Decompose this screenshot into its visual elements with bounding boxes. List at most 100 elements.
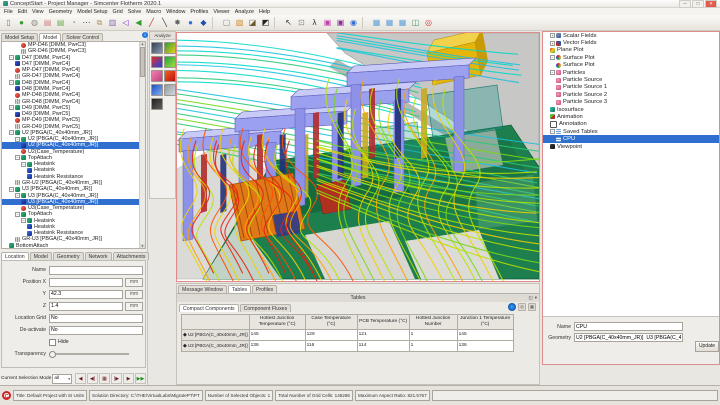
export-icon[interactable]: ▤ (54, 17, 67, 29)
menu-macro[interactable]: Macro (146, 9, 161, 15)
close-button[interactable]: ✕ (705, 0, 717, 8)
paste-icon[interactable]: ▥ (106, 17, 119, 29)
expander-icon[interactable]: − (15, 212, 20, 217)
viz-tree-item-viewpoint[interactable]: Viewpoint (543, 143, 719, 150)
export-table-icon[interactable]: ▦ (528, 303, 536, 311)
viz-tree-item-particle-source-2[interactable]: Particle Source 2 (543, 91, 719, 98)
tree-scrollbar[interactable]: ▲▼ (139, 42, 145, 248)
shade-icon[interactable]: ◪ (246, 17, 259, 29)
step-forward-button[interactable]: ▶ (123, 373, 134, 384)
viz-tree-item-particles[interactable]: −Particles (543, 69, 719, 76)
import-icon[interactable]: ▤ (41, 17, 54, 29)
stop-button[interactable]: ▦ (99, 373, 110, 384)
draw-icon[interactable]: ╱ (145, 17, 158, 29)
menu-edit[interactable]: Edit (18, 9, 27, 15)
step-back-button[interactable]: ◀ (75, 373, 86, 384)
minimize-button[interactable]: ─ (679, 0, 691, 8)
maximize-button[interactable]: □ (692, 0, 704, 8)
overlay-icon[interactable]: ◫ (409, 17, 422, 29)
sphere-plot-icon[interactable] (164, 56, 176, 68)
chart-icon[interactable]: ◎ (518, 303, 526, 311)
menu-view[interactable]: View (32, 9, 44, 15)
save-project-icon[interactable]: ◍ (28, 17, 41, 29)
grid-view-3-icon[interactable]: ▦ (396, 17, 409, 29)
menu-viewer[interactable]: Viewer (213, 9, 229, 15)
prop-tab-model[interactable]: Model (30, 252, 52, 260)
sphere-icon[interactable]: ● (184, 17, 197, 29)
prop-tab-geometry[interactable]: Geometry (53, 252, 84, 260)
cube-icon[interactable]: ◆ (197, 17, 210, 29)
table-name-input[interactable] (574, 322, 683, 331)
subtab-compact-components[interactable]: Compact Components (179, 304, 239, 312)
expander-icon[interactable]: − (550, 55, 555, 60)
expander-icon[interactable]: + (550, 41, 555, 46)
info-icon[interactable]: i (508, 303, 516, 311)
magenta-cube-icon[interactable]: ▣ (321, 17, 334, 29)
isosurface-icon[interactable] (164, 70, 176, 82)
copy-icon[interactable]: ⧉ (93, 17, 106, 29)
float-panel-icon[interactable]: ◱ (528, 295, 532, 301)
grid-view-2-icon[interactable]: ▦ (383, 17, 396, 29)
eye-icon[interactable]: ◉ (347, 17, 360, 29)
expander-icon[interactable]: − (9, 80, 14, 85)
expander-icon[interactable]: − (9, 55, 14, 60)
viz-tree-item-saved-tables[interactable]: −Saved Tables (543, 128, 719, 135)
menu-analyze[interactable]: Analyze (235, 9, 254, 15)
viz-tree-item-particle-source[interactable]: Particle Source (543, 76, 719, 83)
grid-plot-icon[interactable] (164, 84, 176, 96)
viz-tree-item-annotation[interactable]: Annotation (543, 121, 719, 128)
viz-tree-item-isosurface[interactable]: Isosurface (543, 106, 719, 113)
location-grid-input[interactable] (49, 314, 143, 323)
expander-icon[interactable]: − (15, 155, 20, 160)
expander-icon[interactable]: − (550, 70, 555, 75)
render-icon[interactable]: ▧ (233, 17, 246, 29)
expander-icon[interactable]: − (9, 105, 14, 110)
dark-view-icon[interactable]: ◩ (259, 17, 272, 29)
panel-menu-icon[interactable]: ▾ (535, 295, 537, 301)
viz-tree-item-surface-plot[interactable]: Surface Plot (543, 62, 719, 69)
z-input[interactable] (49, 302, 123, 311)
jump-start-button[interactable]: ◀| (87, 373, 98, 384)
viz-tree-item-scalar-fields[interactable]: +Scalar Fields (543, 32, 719, 39)
geometry-input[interactable] (574, 333, 683, 342)
settings-gear-icon[interactable]: ✸ (171, 17, 184, 29)
expander-icon[interactable]: − (15, 193, 20, 198)
checkbox-icon[interactable]: ▢ (220, 17, 233, 29)
model-tree-item-bottomattach[interactable]: BottomAttach (2, 243, 145, 249)
surface-plot-icon[interactable] (151, 56, 163, 68)
viz-tree-item-plane-plot[interactable]: Plane Plot (543, 47, 719, 54)
info-icon[interactable]: i (142, 32, 148, 38)
run-solver-button[interactable]: ▶▶ (135, 373, 146, 384)
viz-tree-item-particle-source-3[interactable]: Particle Source 3 (543, 99, 719, 106)
zoom-select-icon[interactable]: ⊡ (295, 17, 308, 29)
name-input[interactable] (49, 266, 143, 275)
menu-help[interactable]: Help (259, 9, 270, 15)
measure-icon[interactable]: ╲ (158, 17, 171, 29)
sync-icon[interactable]: ◔ (67, 17, 80, 29)
table-row[interactable]: ◆U2 [PBGA(C_40x40mm_JR)]1451291211145 (182, 330, 514, 341)
panel-tab-profiles[interactable]: Profiles (252, 285, 277, 293)
expander-icon[interactable]: − (9, 187, 14, 192)
menu-model-setup[interactable]: Model Setup (77, 9, 107, 15)
tab-model[interactable]: Model (39, 33, 61, 41)
vector-plot-icon[interactable] (151, 84, 163, 96)
menu-geometry[interactable]: Geometry (49, 9, 73, 15)
expander-icon[interactable]: − (21, 162, 26, 167)
position-x-input[interactable] (49, 278, 123, 287)
expander-icon[interactable]: − (550, 129, 555, 134)
viz-tree-item-vector-fields[interactable]: +Vector Fields (543, 39, 719, 46)
tab-model-setup[interactable]: Model Setup (1, 33, 38, 41)
jump-end-button[interactable]: |▶ (111, 373, 122, 384)
violet-cube-icon[interactable]: ▣ (334, 17, 347, 29)
tab-solver-control[interactable]: Solver Control (62, 33, 103, 41)
lambda-icon[interactable]: λ (308, 17, 321, 29)
grid-view-icon[interactable]: ▦ (370, 17, 383, 29)
expander-icon[interactable]: + (550, 33, 555, 38)
selection-mode-dropdown[interactable]: all ▾ (52, 374, 72, 384)
probe-icon[interactable] (151, 98, 163, 110)
menu-profiles[interactable]: Profiles (190, 9, 208, 15)
menu-file[interactable]: File (4, 9, 13, 15)
cursor-icon[interactable]: ↖ (282, 17, 295, 29)
texture-plot-icon[interactable] (151, 42, 163, 54)
hide-checkbox[interactable] (49, 339, 56, 346)
